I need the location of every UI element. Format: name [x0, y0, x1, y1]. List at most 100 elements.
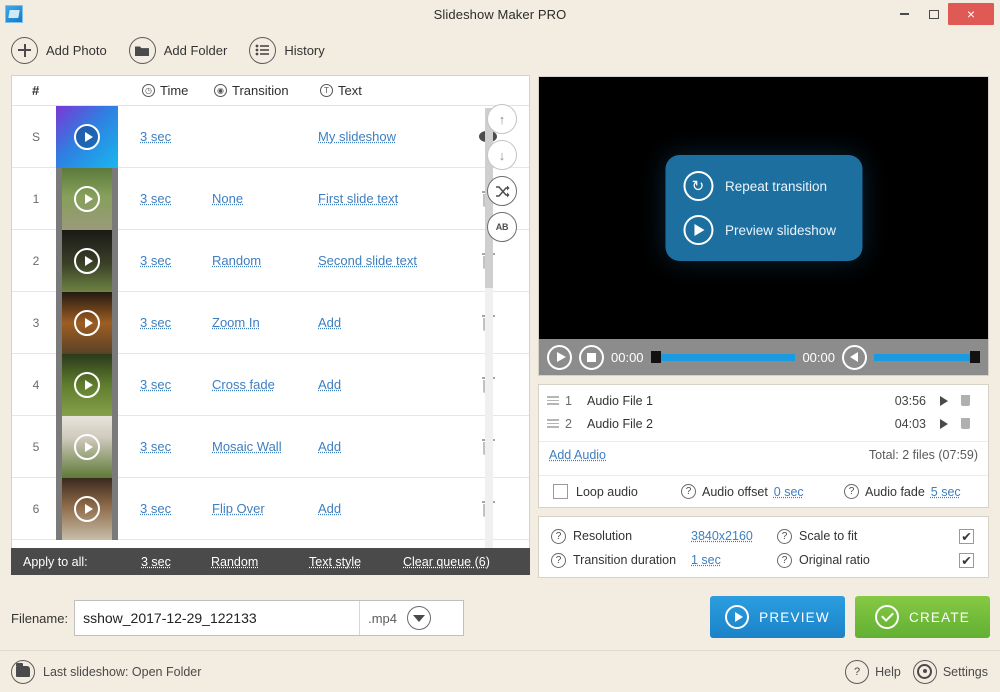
help-icon[interactable]: ? [551, 552, 566, 568]
row-time-link[interactable]: 3 sec [140, 439, 171, 454]
audio-panel: 1 Audio File 1 03:56 2 Audio File 2 04:0… [538, 384, 989, 508]
chevron-down-icon[interactable] [406, 606, 431, 630]
help-button[interactable]: ? Help [845, 659, 901, 684]
audio-play-icon[interactable] [940, 419, 948, 429]
history-button[interactable]: History [249, 36, 325, 64]
drag-handle-icon[interactable] [547, 394, 559, 407]
audio-fade-value[interactable]: 5 sec [931, 485, 961, 499]
original-ratio-checkbox[interactable]: ✔ [959, 552, 974, 568]
row-transition-link[interactable]: Cross fade [212, 377, 275, 392]
volume-icon[interactable] [842, 344, 867, 370]
scale-to-fit-checkbox[interactable]: ✔ [959, 528, 974, 544]
repeat-transition-button[interactable]: ↻ Repeat transition [682, 171, 836, 201]
settings-label: Settings [942, 664, 988, 679]
help-icon[interactable]: ? [681, 484, 696, 499]
audio-delete-icon[interactable] [961, 395, 970, 406]
add-photo-button[interactable]: Add Photo [11, 36, 107, 64]
playback-stop-button[interactable] [579, 344, 604, 370]
row-transition-link[interactable]: Flip Over [212, 501, 265, 516]
preview-button[interactable]: PREVIEW [710, 596, 845, 638]
move-down-button[interactable]: ↓ [487, 140, 517, 170]
preview-stage[interactable]: ↻ Repeat transition Preview slideshow [539, 77, 988, 339]
table-row[interactable]: 5 3 sec Mosaic Wall Add [12, 416, 529, 478]
slide-thumbnail[interactable] [56, 106, 118, 168]
apply-time-link[interactable]: 3 sec [141, 555, 171, 569]
table-row[interactable]: 3 3 sec Zoom In Add [12, 292, 529, 354]
loop-audio-option[interactable]: Loop audio [553, 484, 638, 499]
slide-thumbnail[interactable] [56, 416, 118, 478]
volume-handle[interactable] [970, 351, 980, 363]
seek-slider[interactable] [650, 351, 796, 363]
arrow-up-icon: ↑ [498, 111, 506, 127]
row-text-link[interactable]: Second slide text [318, 253, 417, 268]
playback-play-button[interactable] [547, 344, 572, 370]
slide-thumbnail[interactable] [56, 354, 118, 416]
audio-fade-option[interactable]: ? Audio fade 5 sec [844, 484, 961, 499]
table-row[interactable]: 1 3 sec None First slide text [12, 168, 529, 230]
drag-handle-icon[interactable] [547, 417, 559, 430]
shuffle-button[interactable] [487, 176, 517, 206]
slide-thumbnail[interactable] [56, 230, 118, 292]
repeat-transition-label: Repeat transition [724, 178, 828, 194]
transition-duration-value[interactable]: 1 sec [691, 553, 721, 567]
scale-to-fit-option[interactable]: ? Scale to fit [777, 528, 857, 544]
help-icon[interactable]: ? [777, 552, 792, 568]
list-item[interactable]: 1 Audio File 1 03:56 [539, 389, 988, 412]
list-item[interactable]: 2 Audio File 2 04:03 [539, 412, 988, 435]
row-time-link[interactable]: 3 sec [140, 315, 171, 330]
minimize-button[interactable] [890, 3, 919, 25]
apply-transition-link[interactable]: Random [211, 555, 258, 569]
maximize-button[interactable] [919, 3, 948, 25]
last-slideshow-link[interactable]: Last slideshow: Open Folder [11, 659, 201, 684]
seek-handle[interactable] [650, 351, 661, 363]
row-text-link[interactable]: Add [318, 315, 341, 330]
row-time-link[interactable]: 3 sec [140, 129, 171, 144]
resolution-value[interactable]: 3840x2160 [691, 529, 753, 543]
slide-thumbnail[interactable] [56, 478, 118, 540]
apply-text-style-link[interactable]: Text style [309, 555, 361, 569]
row-time-link[interactable]: 3 sec [140, 377, 171, 392]
original-ratio-option[interactable]: ? Original ratio [777, 552, 870, 568]
audio-offset-value[interactable]: 0 sec [774, 485, 804, 499]
table-row[interactable]: S 3 sec My slideshow [12, 106, 529, 168]
row-time-link[interactable]: 3 sec [140, 253, 171, 268]
table-row[interactable]: 6 3 sec Flip Over Add [12, 478, 529, 540]
row-transition-link[interactable]: Mosaic Wall [212, 439, 282, 454]
filename-input[interactable] [75, 610, 360, 626]
slide-thumbnail[interactable] [56, 168, 118, 230]
table-row[interactable]: 4 3 sec Cross fade Add [12, 354, 529, 416]
audio-offset-option[interactable]: ? Audio offset 0 sec [681, 484, 804, 499]
audio-play-icon[interactable] [940, 396, 948, 406]
row-text-link[interactable]: Add [318, 501, 341, 516]
sort-ab-button[interactable]: AB [487, 212, 517, 242]
row-time-link[interactable]: 3 sec [140, 501, 171, 516]
preview-slideshow-button[interactable]: Preview slideshow [682, 215, 836, 245]
create-button[interactable]: CREATE [855, 596, 990, 638]
row-text-link[interactable]: My slideshow [318, 129, 396, 144]
resolution-row: ? Resolution 3840x2160 ? Scale to fit ✔ [539, 524, 988, 548]
settings-button[interactable]: Settings [912, 659, 988, 684]
row-text-link[interactable]: Add [318, 439, 341, 454]
move-up-button[interactable]: ↑ [487, 104, 517, 134]
row-transition-link[interactable]: Zoom In [212, 315, 260, 330]
add-folder-button[interactable]: Add Folder [128, 36, 227, 64]
help-icon[interactable]: ? [551, 528, 566, 544]
row-text-link[interactable]: Add [318, 377, 341, 392]
slide-thumbnail[interactable] [56, 292, 118, 354]
row-text-link[interactable]: First slide text [318, 191, 398, 206]
loop-audio-checkbox[interactable] [553, 484, 568, 499]
help-icon[interactable]: ? [844, 484, 859, 499]
table-row[interactable]: 2 3 sec Random Second slide text [12, 230, 529, 292]
row-transition-link[interactable]: Random [212, 253, 261, 268]
audio-delete-icon[interactable] [961, 418, 970, 429]
row-transition-link[interactable]: None [212, 191, 243, 206]
volume-slider[interactable] [874, 351, 980, 363]
row-time-link[interactable]: 3 sec [140, 191, 171, 206]
original-ratio-label: Original ratio [799, 553, 870, 567]
close-button[interactable]: × [948, 3, 994, 25]
add-audio-link[interactable]: Add Audio [549, 448, 606, 462]
help-icon[interactable]: ? [777, 528, 792, 544]
resolution-option[interactable]: ? Resolution [551, 528, 632, 544]
transition-duration-option[interactable]: ? Transition duration [551, 552, 676, 568]
clear-queue-link[interactable]: Clear queue (6) [403, 555, 490, 569]
